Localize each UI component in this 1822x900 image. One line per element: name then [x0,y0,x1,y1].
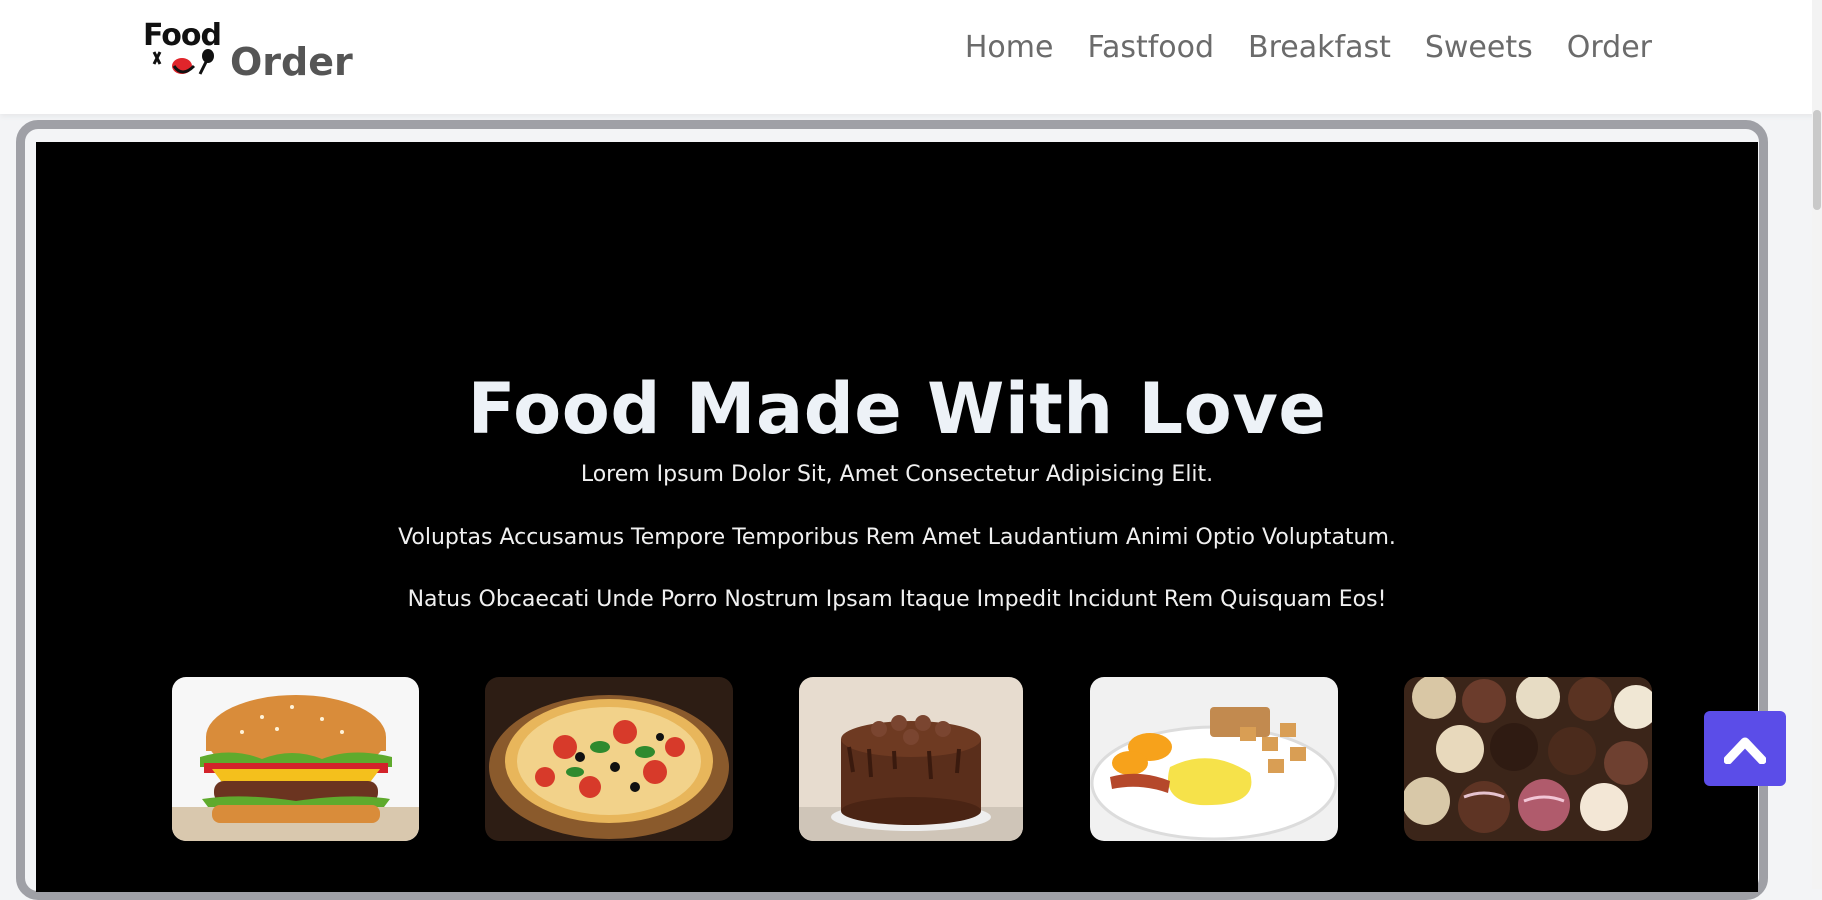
nav-order[interactable]: Order [1567,30,1652,65]
hero-text-line-3: Natus Obcaecati Unde Porro Nostrum Ipsam… [407,587,1387,612]
brand-name: Order [230,40,353,84]
hero-title: Food Made With Love [467,368,1327,450]
nav-home[interactable]: Home [965,30,1054,65]
chocolate-cake-image[interactable] [799,677,1023,841]
breakfast-plate-image[interactable] [1090,677,1338,841]
pizza-image[interactable] [485,677,733,841]
back-to-top-button[interactable] [1704,711,1786,786]
site-header: Food Order Home Fastfood Breakfast Sweet… [0,0,1822,114]
nav-breakfast[interactable]: Breakfast [1248,30,1391,65]
hero-text-line-1: Lorem Ipsum Dolor Sit, Amet Consectetur … [580,462,1214,487]
hero-text-line-2: Voluptas Accusamus Tempore Temporibus Re… [398,525,1396,550]
main-nav: Home Fastfood Breakfast Sweets Order [965,30,1652,65]
food-logo-icon: Food [140,18,226,78]
chevron-up-icon [1724,737,1766,764]
nav-sweets[interactable]: Sweets [1425,30,1533,65]
burger-image[interactable] [172,677,419,841]
scrollbar-thumb[interactable] [1813,110,1821,210]
page-scrollbar[interactable] [1812,0,1822,889]
hero-section: Food Made With Love Lorem Ipsum Dolor Si… [36,142,1758,892]
brand-logo[interactable]: Food Order [140,18,353,84]
nav-fastfood[interactable]: Fastfood [1087,30,1214,65]
chocolate-truffles-image[interactable] [1404,677,1652,841]
